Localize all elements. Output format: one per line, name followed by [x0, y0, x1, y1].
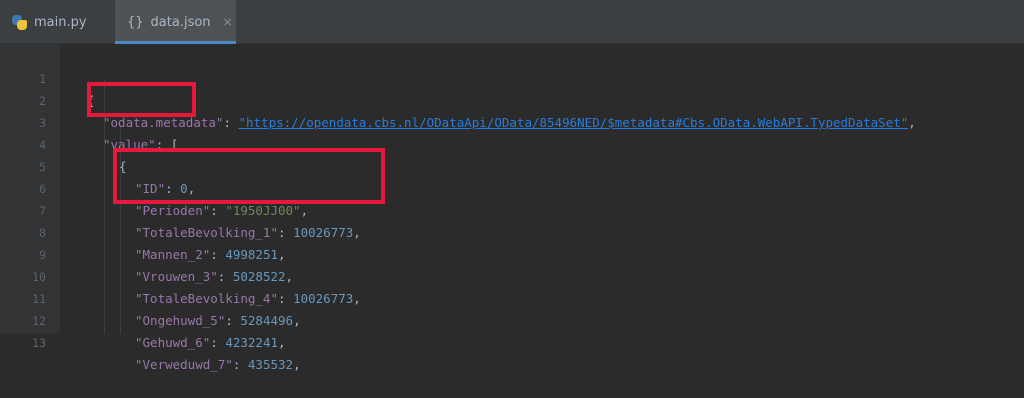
code-line: 13 "Verweduwd_7": 435532,	[0, 310, 1024, 372]
code-line: 11 "Ongehuwd_5": 5284496,	[0, 266, 1024, 328]
code-line: 9 "Vrouwen_3": 5028522,	[0, 222, 1024, 284]
json-key: "Verweduwd_7"	[135, 357, 233, 372]
code-editor[interactable]: 1 { 2 "odata.metadata": "https://opendat…	[0, 44, 1024, 372]
tab-main-py[interactable]: main.py	[12, 0, 97, 44]
json-key: "Gehuwd_6"	[135, 335, 211, 350]
code-line: 12 "Gehuwd_6": 4232241,	[0, 288, 1024, 350]
tab-label: main.py	[34, 14, 87, 30]
close-icon[interactable]: ×	[223, 15, 233, 29]
line-number: 13	[32, 336, 46, 350]
editor-tab-bar: main.py {} data.json ×	[0, 0, 1024, 44]
json-number: 435532	[247, 357, 294, 372]
json-number: 4232241	[225, 335, 279, 350]
highlight-box-periods-population	[113, 148, 385, 204]
highlight-box-value	[87, 82, 196, 117]
code-line: 1 {	[0, 46, 1024, 108]
code-line: 10 "TotaleBevolking_4": 10026773,	[0, 244, 1024, 306]
tab-data-json[interactable]: {} data.json ×	[115, 0, 236, 44]
python-file-icon	[12, 14, 27, 30]
tab-label: data.json	[150, 14, 211, 30]
json-braces-icon: {}	[127, 14, 144, 30]
